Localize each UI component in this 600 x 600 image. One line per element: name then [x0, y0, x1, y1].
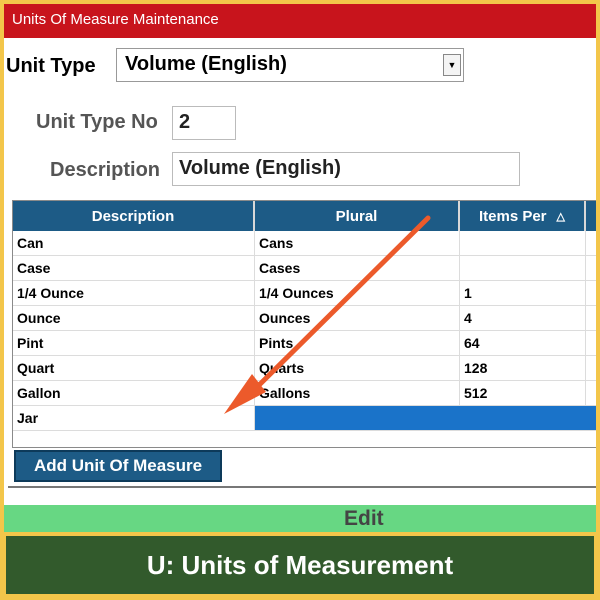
annotation-arrow-head-icon [224, 374, 266, 414]
caption-banner: U: Units of Measurement [0, 532, 600, 600]
annotation-arrow [224, 215, 431, 414]
annotation-arrow-shaft [245, 215, 431, 399]
caption-text: U: Units of Measurement [6, 536, 594, 594]
